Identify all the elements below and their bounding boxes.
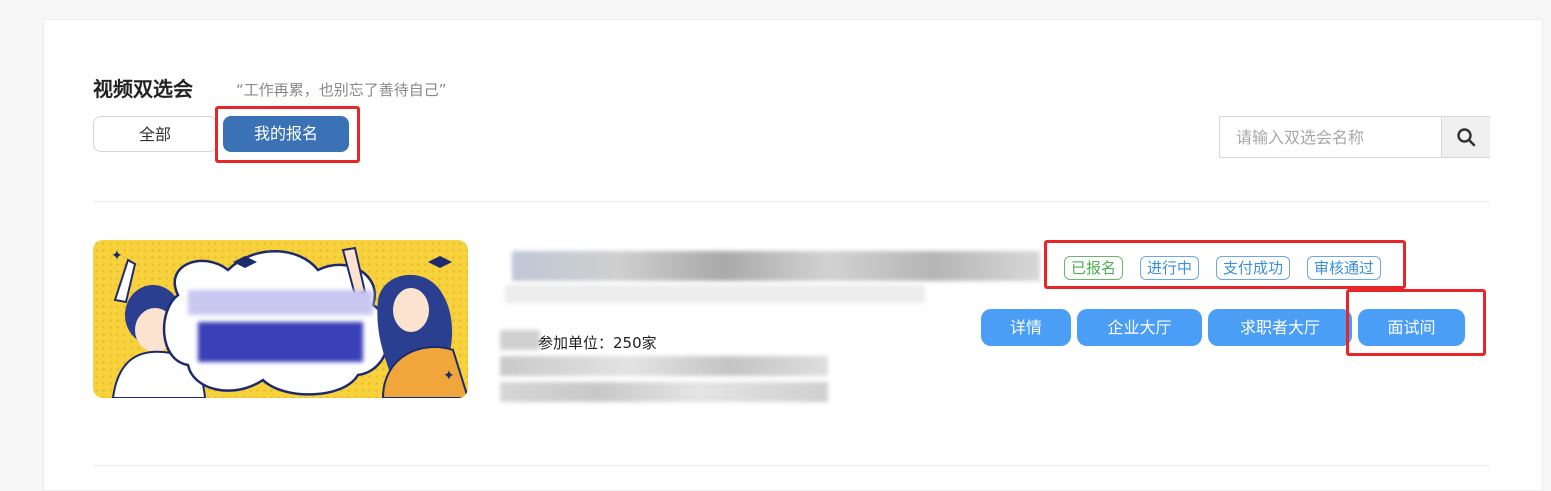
search-input[interactable]	[1220, 117, 1441, 157]
search-icon	[1457, 128, 1476, 147]
status-badge-approved: 审核通过	[1307, 256, 1382, 280]
status-badge-payment-success: 支付成功	[1216, 256, 1291, 280]
event-poster: ✦ ✦	[93, 240, 468, 398]
poster-title-blurred	[188, 290, 373, 315]
status-badge-in-progress: 进行中	[1140, 256, 1200, 280]
details-button[interactable]: 详情	[981, 309, 1071, 346]
tab-all[interactable]: 全部	[93, 116, 217, 152]
event-time-blurred	[500, 356, 828, 376]
search-box	[1219, 116, 1490, 158]
company-hall-button[interactable]: 企业大厅	[1077, 309, 1202, 346]
search-button[interactable]	[1441, 117, 1490, 157]
poster-subtitle-blurred	[198, 322, 363, 362]
event-name-blurred	[512, 251, 1040, 281]
participants-count: 参加单位：250家	[538, 334, 657, 352]
highlight-box-tab	[215, 106, 360, 163]
divider-bottom	[93, 465, 1490, 466]
status-badge-registered: 已报名	[1064, 256, 1124, 280]
divider-top	[93, 201, 1490, 202]
page-title: 视频双选会	[93, 77, 193, 101]
page-slogan: “工作再累，也别忘了善待自己”	[236, 81, 447, 99]
svg-text:✦: ✦	[111, 248, 123, 264]
event-date-blurred	[505, 285, 925, 303]
jobseeker-hall-button[interactable]: 求职者大厅	[1208, 309, 1352, 346]
highlight-box-interview	[1346, 289, 1486, 356]
svg-text:✦: ✦	[443, 368, 455, 384]
event-organizer-blurred	[500, 382, 828, 402]
participants-prefix-blurred	[500, 330, 540, 350]
